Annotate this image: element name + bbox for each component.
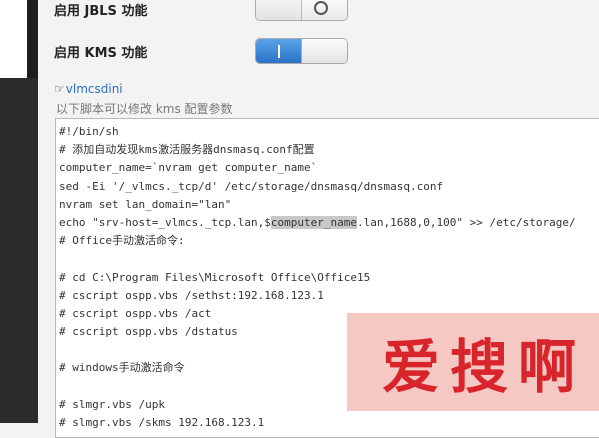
- jbls-label: 启用 JBLS 功能: [54, 4, 148, 19]
- script-hint: 以下脚本可以修改 kms 配置参数: [56, 102, 233, 116]
- kms-label: 启用 KMS 功能: [54, 46, 148, 61]
- code-line: # Office手动激活命令:: [59, 234, 185, 248]
- toggle-on-bar-icon: [278, 45, 280, 58]
- code-line: # 添加自动发现kms激活服务器dnsmasq.conf配置: [59, 143, 315, 157]
- code-line: nvram set lan_domain="lan": [59, 197, 232, 211]
- code-line: sed -Ei '/_vlmcs._tcp/d' /etc/storage/dn…: [59, 179, 444, 193]
- watermark-text: 爱搜啊: [381, 333, 586, 401]
- code-line: # slmgr.vbs /skms 192.168.123.1: [59, 416, 265, 429]
- code-line: echo "srv-host=_vlmcs._tcp.lan,$computer…: [59, 215, 576, 229]
- vlmcsdini-link-label: vlmcsdini: [65, 82, 123, 96]
- pointing-hand-icon: ☞: [54, 82, 65, 96]
- code-line: # cscript ospp.vbs /sethst:192.168.123.1: [59, 288, 324, 302]
- code-line: # cd C:\Program Files\Microsoft Office\O…: [59, 270, 371, 284]
- code-line: computer_name=`nvram get computer_name`: [59, 161, 318, 175]
- kms-toggle[interactable]: [255, 38, 348, 64]
- watermark: 爱搜啊: [347, 313, 599, 411]
- code-line: #!/bin/sh: [59, 125, 119, 138]
- selected-text: computer_name: [270, 215, 358, 229]
- toggle-off-circle-icon: [314, 1, 328, 15]
- vlmcsdini-link[interactable]: ☞vlmcsdini: [54, 82, 123, 96]
- settings-panel: 启用 JBLS 功能 启用 KMS 功能 ☞vlmcsdini 以下脚本可以修改…: [38, 0, 599, 438]
- jbls-toggle[interactable]: [255, 0, 348, 21]
- left-panel-edge: [0, 0, 27, 78]
- dark-sidebar: [0, 78, 38, 423]
